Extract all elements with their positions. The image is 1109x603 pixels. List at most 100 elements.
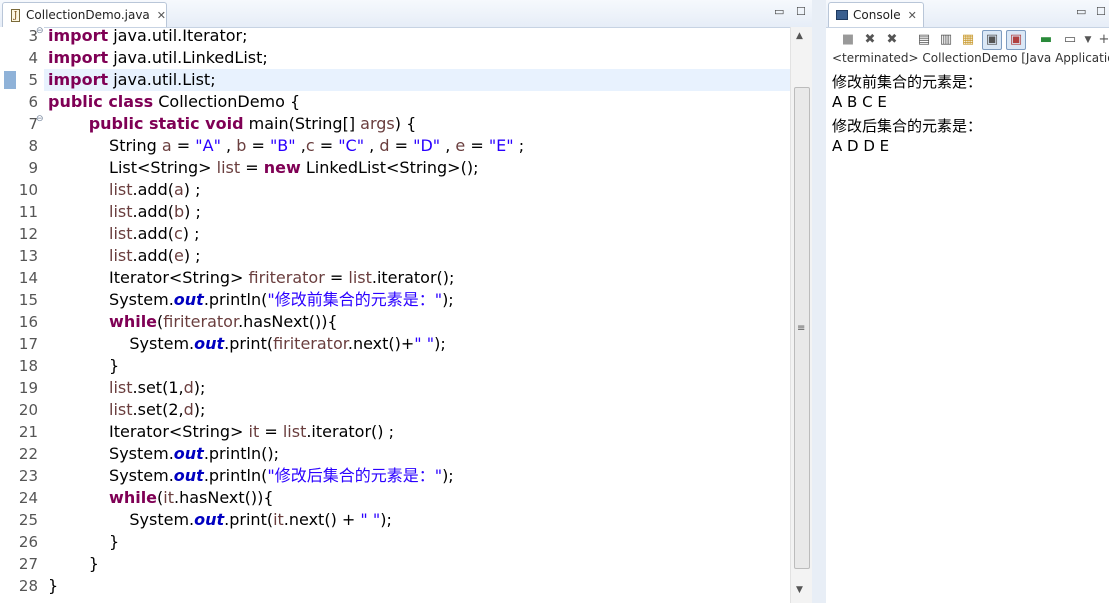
pin-console-icon[interactable]: ▬ — [1038, 32, 1054, 48]
minimize-editor-icon[interactable]: ▭ — [774, 5, 784, 18]
code-token: .add( — [132, 246, 174, 265]
code-line[interactable]: System.out.println("修改前集合的元素是："); — [48, 289, 454, 311]
code-token: "C" — [338, 136, 365, 155]
code-line[interactable]: while(it.hasNext()){ — [48, 487, 274, 509]
code-area[interactable]: import java.util.Iterator; import java.ut… — [44, 25, 792, 603]
console-tab[interactable]: Console ✕ — [828, 2, 924, 27]
line-number: 19 — [18, 379, 38, 397]
code-line[interactable]: Iterator<String> it = list.iterator() ; — [48, 421, 394, 443]
code-line[interactable]: public class CollectionDemo { — [48, 91, 300, 113]
code-token: .set(1, — [132, 378, 184, 397]
code-line[interactable]: list.add(a) ; — [48, 179, 200, 201]
scroll-down-arrow-icon[interactable]: ▼ — [796, 585, 803, 595]
code-token: } — [48, 532, 120, 551]
word-wrap-icon[interactable]: ▦ — [960, 32, 976, 48]
code-token: "E" — [488, 136, 514, 155]
code-line[interactable]: import java.util.LinkedList; — [48, 47, 268, 69]
terminate-icon[interactable]: ■ — [840, 32, 856, 48]
editor-pane: J CollectionDemo.java ✕ ▭ ☐ 3 ⊖ 4 5 6 7 ⊖ 8 9 10 1… — [0, 0, 813, 603]
code-token: b — [173, 202, 185, 221]
show-console-on-stderr-icon[interactable]: ▣ — [1006, 30, 1026, 50]
code-line[interactable]: String a = "A" , b = "B" ,c = "C" , d = … — [48, 135, 524, 157]
code-token: out — [173, 290, 204, 309]
code-line[interactable]: list.add(b) ; — [48, 201, 201, 223]
fold-toggle-icon[interactable]: ⊖ — [36, 26, 44, 36]
editor-tab-collectiondemo[interactable]: J CollectionDemo.java ✕ — [2, 2, 167, 27]
scroll-up-arrow-icon[interactable]: ▲ — [796, 31, 803, 41]
line-number: 24 — [18, 489, 38, 507]
maximize-editor-icon[interactable]: ☐ — [796, 5, 806, 18]
line-number: 8 — [28, 137, 38, 155]
code-token: ); — [442, 466, 454, 485]
code-token: .add( — [132, 180, 174, 199]
code-token: main(String[] — [243, 114, 361, 133]
line-number: 26 — [18, 533, 38, 551]
code-line[interactable]: list.set(1,d); — [48, 377, 205, 399]
display-console-icon[interactable]: ▭ — [1062, 32, 1078, 48]
code-line[interactable]: } — [48, 553, 99, 575]
fold-toggle-icon[interactable]: ⊖ — [36, 114, 44, 124]
code-line[interactable]: System.out.println("修改后集合的元素是："); — [48, 465, 454, 487]
code-line[interactable]: } — [48, 355, 119, 377]
line-number: 20 — [18, 401, 38, 419]
minimize-console-icon[interactable]: ▭ — [1076, 5, 1086, 18]
maximize-console-icon[interactable]: ☐ — [1096, 5, 1106, 18]
line-number: 12 — [18, 225, 38, 243]
code-token: firiterator — [248, 268, 325, 287]
code-token: list — [348, 268, 372, 287]
current-line-marker — [4, 71, 16, 89]
show-console-on-stdout-icon[interactable]: ▣ — [982, 30, 1002, 50]
code-token: System. — [48, 444, 174, 463]
code-line[interactable]: } — [48, 575, 58, 597]
code-line[interactable]: list.set(2,d); — [48, 399, 205, 421]
code-line[interactable]: System.out.print(firiterator.next()+" ")… — [48, 333, 446, 355]
scroll-lock-icon[interactable]: ▥ — [938, 32, 954, 48]
code-token: "D" — [413, 136, 441, 155]
code-line[interactable]: Iterator<String> firiterator = list.iter… — [48, 267, 454, 289]
code-token: ; — [513, 136, 525, 155]
code-line[interactable]: public static void main(String[] args) { — [48, 113, 417, 135]
code-token: public class — [48, 92, 154, 111]
remove-launch-icon[interactable]: ✖ — [862, 32, 878, 48]
console-view: Console ✕ ▭ ☐ ■ ✖ ✖ ▤ ▥ ▦ ▣ ▣ ▬ ▭ ▼ + <t… — [826, 0, 1109, 603]
code-token: list — [109, 400, 133, 419]
close-tab-icon[interactable]: ✕ — [157, 9, 166, 22]
display-console-dropdown-icon[interactable]: ▼ — [1080, 32, 1096, 48]
code-line[interactable]: list.add(c) ; — [48, 223, 199, 245]
pane-divider[interactable] — [812, 0, 826, 603]
code-token: ); — [434, 334, 446, 353]
code-line[interactable]: list.add(e) ; — [48, 245, 201, 267]
console-output-line: 修改前集合的元素是： — [832, 73, 983, 91]
java-file-icon: J — [11, 8, 21, 22]
code-token: d — [379, 136, 390, 155]
code-token: , — [364, 136, 380, 155]
code-token: "修改后集合的元素是：" — [267, 466, 443, 485]
code-token: "B" — [269, 136, 296, 155]
remove-all-terminated-icon[interactable]: ✖ — [884, 32, 900, 48]
line-number: 9 — [28, 159, 38, 177]
editor-vertical-scrollbar[interactable]: ▲ ≡ ▼ — [790, 27, 813, 603]
code-line[interactable]: import java.util.List; — [44, 69, 792, 91]
code-line[interactable]: import java.util.Iterator; — [48, 25, 247, 47]
open-console-icon[interactable]: + — [1096, 32, 1109, 48]
clear-console-icon[interactable]: ▤ — [916, 32, 932, 48]
code-token: firiterator — [163, 312, 239, 331]
code-token: = — [324, 268, 349, 287]
code-line[interactable]: List<String> list = new LinkedList<Strin… — [48, 157, 478, 179]
line-number: 27 — [18, 555, 38, 573]
code-token: Iterator<String> — [48, 422, 249, 441]
code-token: ); — [193, 400, 206, 419]
editor-tab-label: CollectionDemo.java — [26, 8, 150, 22]
code-line[interactable]: System.out.print(it.next() + " "); — [48, 509, 391, 531]
code-line[interactable]: } — [48, 531, 119, 553]
code-token: .print( — [224, 334, 274, 353]
close-console-icon[interactable]: ✕ — [908, 9, 917, 22]
code-line[interactable]: System.out.println(); — [48, 443, 279, 465]
code-line[interactable]: while(firiterator.hasNext()){ — [48, 311, 338, 333]
code-token: System. — [48, 334, 195, 353]
code-token: out — [194, 334, 225, 353]
